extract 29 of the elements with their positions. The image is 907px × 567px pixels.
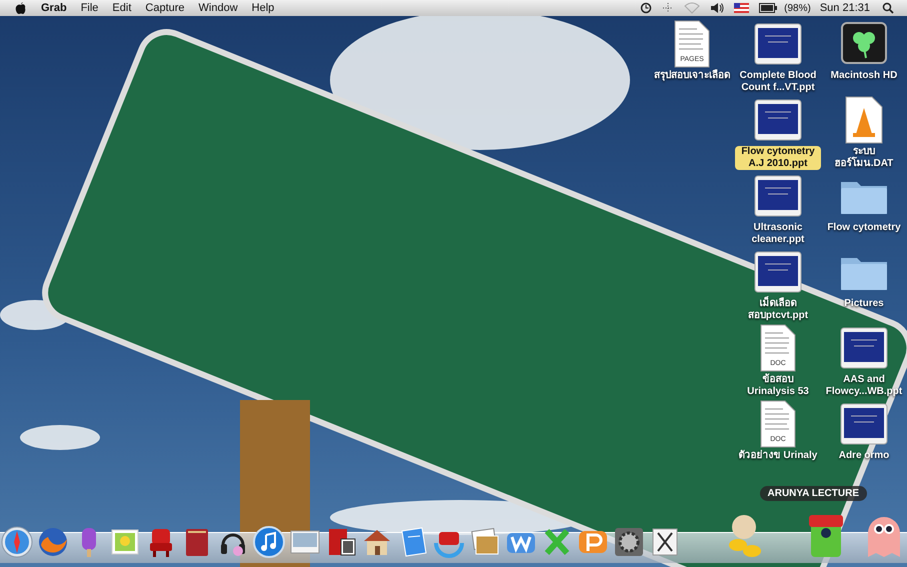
file-label[interactable]: สรุปสอบเจาะเลือด	[649, 70, 735, 82]
compass-icon[interactable]	[0, 525, 34, 559]
file-label[interactable]: ระบบฮอร์โมน.DAT	[821, 146, 907, 170]
flag-icon[interactable]	[734, 3, 750, 13]
dock-tooltip: ARUNYA LECTURE	[760, 486, 867, 501]
file-label[interactable]: Macintosh HD	[821, 70, 907, 82]
file-label[interactable]: เม็ดเลือด สอบptcvt.ppt	[735, 298, 821, 322]
file-label[interactable]: Flow cytometry A.J 2010.ppt	[735, 146, 821, 170]
bandana-monster-icon[interactable]	[806, 513, 846, 559]
file-label[interactable]: Flow cytometry	[821, 222, 907, 234]
music-note-icon[interactable]	[252, 525, 286, 559]
search-icon[interactable]	[882, 2, 894, 14]
globe-fox-icon[interactable]	[36, 525, 70, 559]
file-label[interactable]: ข้อสอบ Urinalysis 53	[735, 374, 821, 398]
file-label[interactable]: Ultrasonic cleaner.ppt	[735, 222, 821, 246]
file-label[interactable]: ตัวอย่างข Urinaly	[735, 450, 821, 462]
app-menu[interactable]: Grab	[34, 2, 74, 14]
battery-percent[interactable]: (98%)	[782, 2, 813, 14]
file-label[interactable]: Complete Blood Count f...VT.ppt	[735, 70, 821, 94]
menu-item[interactable]: Capture	[138, 2, 192, 14]
menu-item[interactable]: Edit	[105, 2, 138, 14]
battery-icon[interactable]	[759, 3, 778, 13]
menu-item[interactable]: Help	[244, 2, 282, 14]
menu-item[interactable]: Window	[192, 2, 245, 14]
menu-clock[interactable]: Sun 21:31	[812, 2, 877, 14]
gear-icon[interactable]	[612, 525, 646, 559]
dotted-arrows-icon[interactable]	[662, 2, 674, 14]
speaker-icon[interactable]	[710, 2, 724, 14]
menu-item[interactable]: File	[74, 2, 106, 14]
